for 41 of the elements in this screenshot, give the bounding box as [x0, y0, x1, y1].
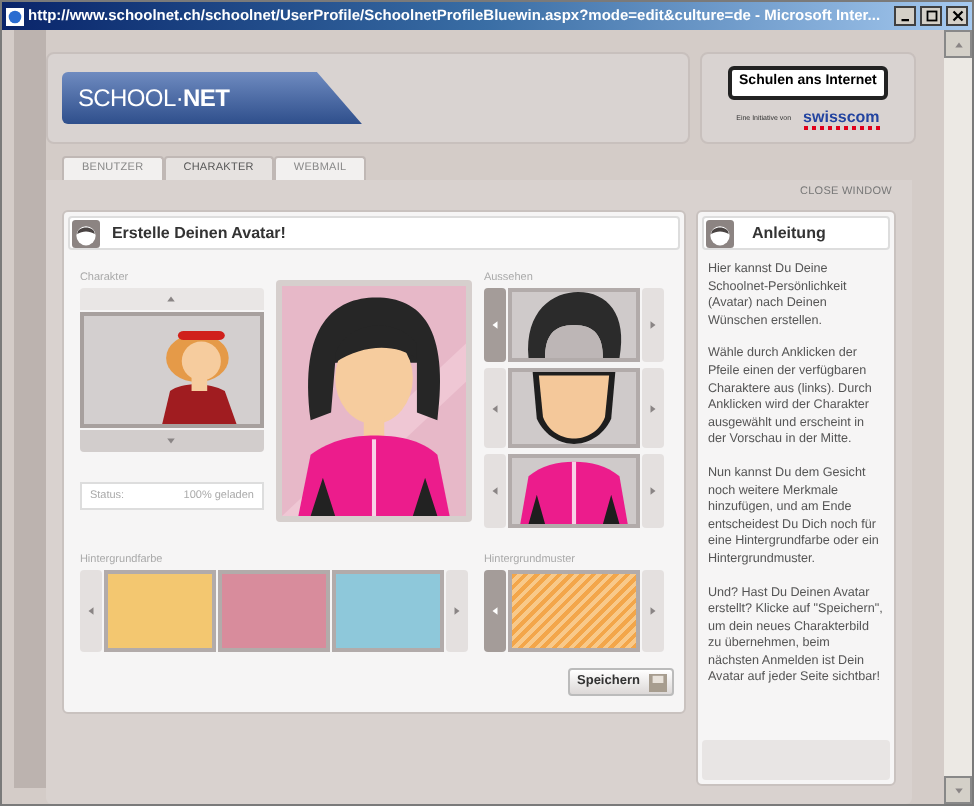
scroll-down-button[interactable] — [79, 430, 264, 452]
arrow-left-icon — [489, 486, 500, 496]
maximize-button[interactable] — [920, 6, 942, 26]
arrow-down-icon — [953, 785, 964, 795]
arrow-left-icon — [85, 606, 96, 616]
arrow-left-icon — [489, 320, 500, 330]
maximize-icon — [925, 10, 937, 22]
arrow-button[interactable] — [483, 368, 506, 448]
pattern-swatch[interactable] — [507, 570, 640, 652]
color-swatch[interactable] — [331, 570, 444, 652]
arrow-up-icon — [953, 39, 964, 49]
arrow-up-icon — [166, 294, 177, 304]
arrow-left-icon — [489, 606, 500, 616]
minimize-button[interactable] — [894, 6, 916, 26]
panel-title: Anleitung — [751, 221, 826, 245]
sponsor-logo: swisscom — [803, 109, 880, 130]
arrow-button[interactable] — [641, 368, 664, 448]
arrow-button[interactable] — [445, 570, 468, 652]
logo: SCHOOL·NET — [61, 72, 362, 124]
arrow-right-icon — [647, 606, 658, 616]
scrollbar[interactable] — [944, 30, 972, 804]
color-swatch[interactable] — [217, 570, 330, 652]
arrow-button[interactable] — [641, 288, 664, 362]
arrow-right-icon — [647, 486, 658, 496]
arrow-down-icon — [166, 436, 177, 446]
panel-title: Erstelle Deinen Avatar! — [111, 221, 286, 245]
arrow-right-icon — [647, 320, 658, 330]
arrow-button[interactable] — [483, 454, 506, 528]
scroll-up-button[interactable] — [79, 288, 264, 310]
arrow-right-icon — [647, 403, 658, 413]
close-button[interactable] — [946, 6, 968, 26]
arrow-left-icon — [489, 403, 500, 413]
color-swatch[interactable] — [103, 570, 216, 652]
arrow-button[interactable] — [483, 570, 506, 652]
arrow-right-icon — [451, 606, 462, 616]
close-icon — [951, 10, 963, 22]
arrow-button[interactable] — [79, 570, 102, 652]
arrow-button[interactable] — [641, 570, 664, 652]
browser-icon — [6, 7, 24, 25]
arrow-button[interactable] — [483, 288, 506, 362]
arrow-button[interactable] — [641, 454, 664, 528]
